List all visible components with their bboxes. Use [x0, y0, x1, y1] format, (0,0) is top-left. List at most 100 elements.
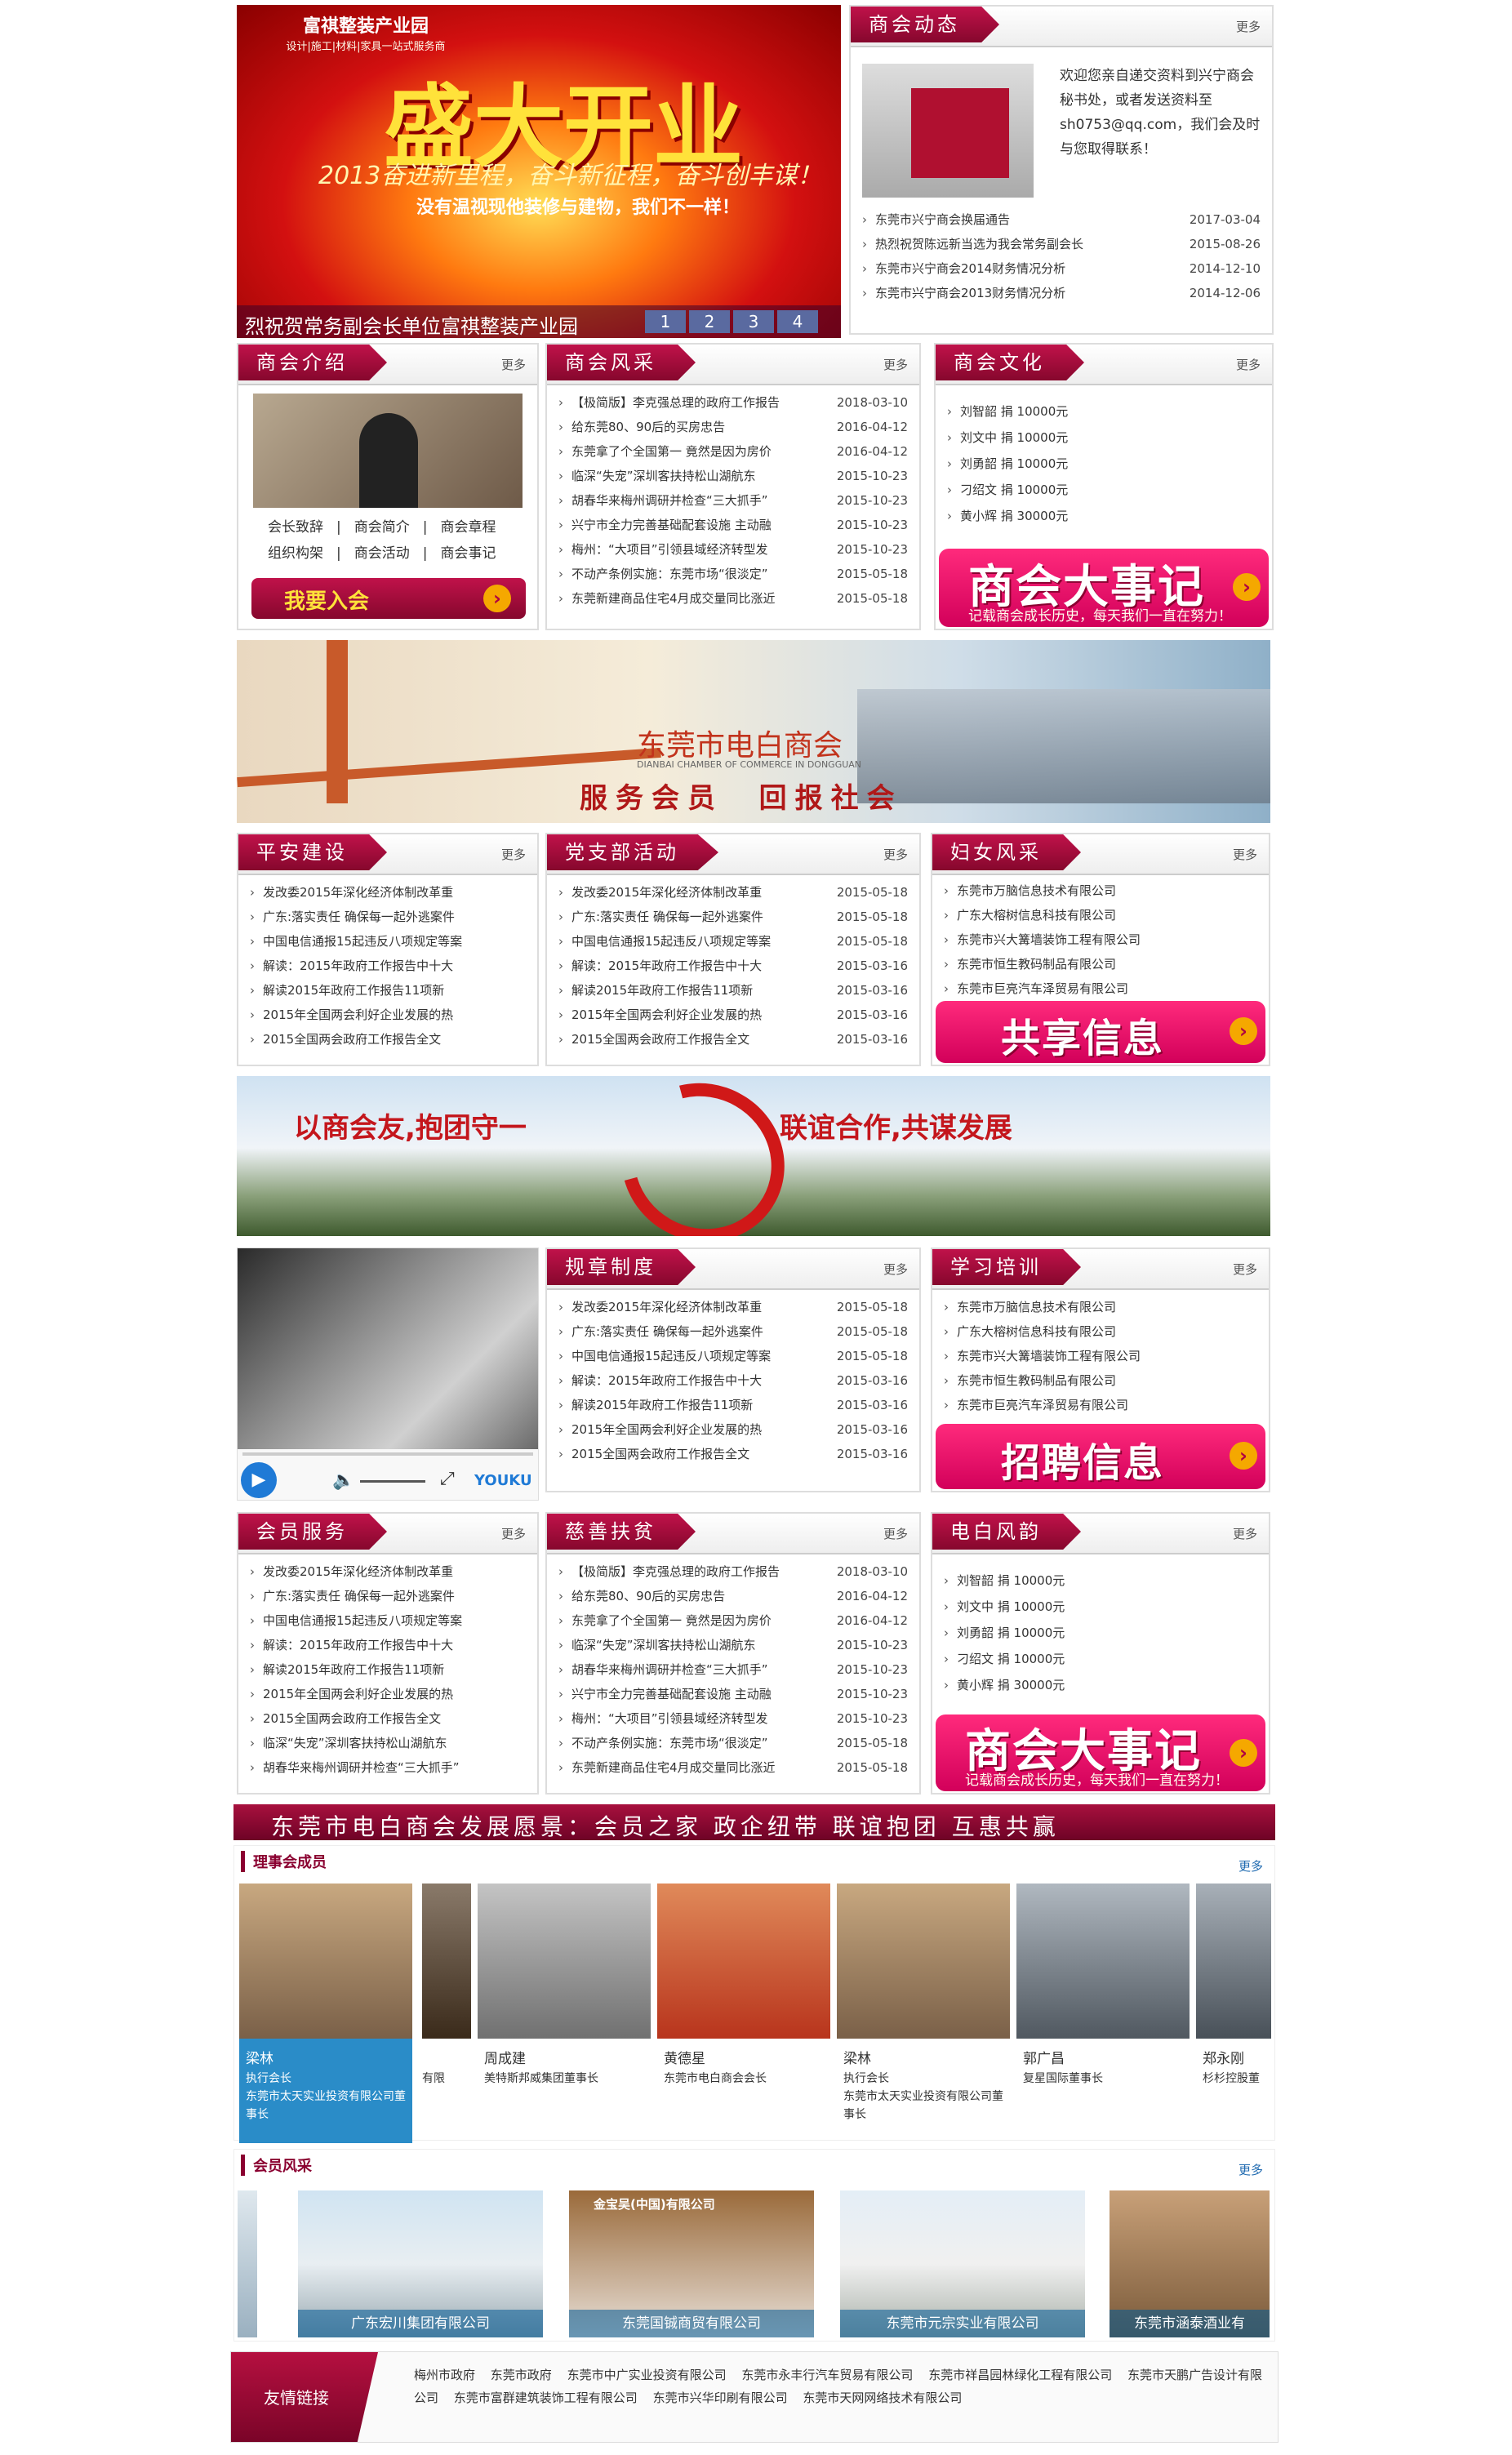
list-item[interactable]: 发改委2015年深化经济体制改革重	[250, 1559, 526, 1584]
list-item[interactable]: 东莞拿了个全国第一 竟然是因为房价2016-04-12	[558, 439, 908, 464]
list-item[interactable]: 广东大榕树信息科技有限公司	[944, 1319, 1257, 1344]
volume-icon[interactable]: 🔈	[332, 1470, 354, 1491]
list-item[interactable]: 广东:落实责任 确保每一起外逃案件2015-05-18	[558, 905, 908, 929]
list-item[interactable]: 发改委2015年深化经济体制改革重	[250, 880, 526, 905]
list-item[interactable]: 不动产条例实施：东莞市场“很淡定”2015-05-18	[558, 1731, 908, 1755]
charity-tab[interactable]: 慈善扶贫	[547, 1514, 696, 1550]
director-card[interactable]: 周成建 美特斯邦威集团董事长	[478, 1884, 651, 2143]
culture-tab[interactable]: 商会文化	[936, 345, 1084, 380]
list-item[interactable]: 东莞市兴大篝墙装饰工程有限公司	[944, 927, 1257, 952]
member-company[interactable]: 东莞市元宗实业有限公司	[840, 2190, 1085, 2337]
training-more[interactable]: 更多	[1233, 1261, 1257, 1278]
list-item[interactable]: 刘勇韶 捐 10000元	[947, 451, 1261, 477]
list-item[interactable]: 解读：2015年政府工作报告中十大	[250, 954, 526, 978]
list-item[interactable]: 东莞市万脑信息技术有限公司	[944, 1295, 1257, 1319]
fullscreen-icon[interactable]: ⤢	[440, 1469, 455, 1489]
friend-link[interactable]: 东莞市政府	[491, 2368, 552, 2382]
list-item[interactable]: 给东莞80、90后的买房忠告2016-04-12	[558, 415, 908, 439]
dianbai-chronicle-promo[interactable]: 商会大事记 记载商会成长历史，每天我们一直在努力！ ›	[936, 1714, 1265, 1791]
list-item[interactable]: 刘勇韶 捐 10000元	[944, 1620, 1257, 1646]
chronicle-promo[interactable]: 商会大事记 记载商会成长历史，每天我们一直在努力！ ›	[939, 549, 1269, 627]
friend-link[interactable]: 东莞市永丰行汽车贸易有限公司	[741, 2368, 913, 2382]
director-card[interactable]: 郭广昌 复星国际董事长	[1016, 1884, 1190, 2143]
list-item[interactable]: 东莞市兴宁商会2013财务情况分析2014-12-06	[862, 281, 1261, 305]
list-item[interactable]: 东莞市巨亮汽车泽贸易有限公司	[944, 976, 1257, 1001]
list-item[interactable]: 胡春华来梅州调研并检查“三大抓手”	[250, 1755, 526, 1780]
news-more[interactable]: 更多	[1236, 18, 1261, 35]
list-item[interactable]: 中国电信通报15起违反八项规定等案	[250, 929, 526, 954]
share-info-button[interactable]: 共享信息 ›	[936, 1001, 1265, 1063]
hero-page-1[interactable]: 1	[645, 310, 686, 333]
list-item[interactable]: 临深“失宠”深圳客扶持松山湖航东2015-10-23	[558, 1633, 908, 1657]
link-chronicle[interactable]: 商会事记	[427, 540, 509, 567]
recruit-button[interactable]: 招聘信息 ›	[936, 1424, 1265, 1489]
safety-more[interactable]: 更多	[501, 846, 526, 863]
list-item[interactable]: 临深“失宠”深圳客扶持松山湖航东	[250, 1731, 526, 1755]
list-item[interactable]: 中国电信通报15起违反八项规定等案2015-05-18	[558, 1344, 908, 1368]
rules-tab[interactable]: 规章制度	[547, 1249, 696, 1285]
volume-slider[interactable]	[360, 1480, 425, 1483]
dianbai-tab[interactable]: 电白风韵	[932, 1514, 1081, 1550]
hero-slideshow[interactable]: 富祺整装产业园 设计|施工|材料|家具一站式服务商 盛大开业 2013奋进新里程…	[237, 5, 841, 338]
director-card[interactable]: 梁林 执行会长 东莞市太天实业投资有限公司董事长	[837, 1884, 1010, 2143]
list-item[interactable]: 东莞市兴大篝墙装饰工程有限公司	[944, 1344, 1257, 1368]
list-item[interactable]: 2015年全国两会利好企业发展的热	[250, 1003, 526, 1027]
list-item[interactable]: 2015全国两会政府工作报告全文	[250, 1706, 526, 1731]
hero-page-4[interactable]: 4	[777, 310, 818, 333]
party-tab[interactable]: 党支部活动	[547, 834, 718, 870]
list-item[interactable]: 广东大榕树信息科技有限公司	[944, 903, 1257, 927]
link-chairman-speech[interactable]: 会长致辞	[255, 514, 336, 540]
member-company[interactable]: 东莞市涵泰酒业有	[1110, 2190, 1270, 2337]
safety-tab[interactable]: 平安建设	[238, 834, 387, 870]
list-item[interactable]: 东莞市兴宁商会换届通告2017-03-04	[862, 207, 1261, 232]
list-item[interactable]: 刘文中 捐 10000元	[944, 1594, 1257, 1620]
dianbai-more[interactable]: 更多	[1233, 1525, 1257, 1542]
member-company[interactable]: 金宝吴(中国)有限公司 东莞国铖商贸有限公司	[569, 2190, 814, 2337]
list-item[interactable]: 刘智韶 捐 10000元	[947, 398, 1261, 425]
hero-page-3[interactable]: 3	[733, 310, 774, 333]
style-tab[interactable]: 商会风采	[547, 345, 696, 380]
list-item[interactable]: 东莞市巨亮汽车泽贸易有限公司	[944, 1393, 1257, 1417]
list-item[interactable]: 刘智韶 捐 10000元	[944, 1568, 1257, 1594]
list-item[interactable]: 解读2015年政府工作报告11项新2015-03-16	[558, 978, 908, 1003]
member-service-more[interactable]: 更多	[501, 1525, 526, 1542]
director-card[interactable]: 黄德星 东莞市电白商会会长	[657, 1884, 830, 2143]
list-item[interactable]: 刘文中 捐 10000元	[947, 425, 1261, 451]
list-item[interactable]: 中国电信通报15起违反八项规定等案2015-05-18	[558, 929, 908, 954]
friend-link[interactable]: 东莞市富群建筑装饰工程有限公司	[454, 2391, 638, 2405]
list-item[interactable]: 刁绍文 捐 10000元	[944, 1646, 1257, 1672]
list-item[interactable]: 2015全国两会政府工作报告全文	[250, 1027, 526, 1052]
intro-tab[interactable]: 商会介绍	[238, 345, 387, 380]
list-item[interactable]: 刁绍文 捐 10000元	[947, 477, 1261, 503]
women-tab[interactable]: 妇女风采	[932, 834, 1081, 870]
style-more[interactable]: 更多	[883, 356, 908, 373]
list-item[interactable]: 黄小辉 捐 30000元	[944, 1672, 1257, 1698]
member-company[interactable]	[238, 2190, 257, 2337]
culture-more[interactable]: 更多	[1236, 356, 1261, 373]
link-org[interactable]: 组织构架	[255, 540, 336, 567]
list-item[interactable]: 东莞市兴宁商会2014财务情况分析2014-12-10	[862, 256, 1261, 281]
members-more[interactable]: 更多	[1239, 2161, 1263, 2178]
list-item[interactable]: 解读：2015年政府工作报告中十大2015-03-16	[558, 954, 908, 978]
list-item[interactable]: 解读2015年政府工作报告11项新	[250, 1657, 526, 1682]
list-item[interactable]: 2015年全国两会利好企业发展的热2015-03-16	[558, 1417, 908, 1442]
list-item[interactable]: 2015全国两会政府工作报告全文2015-03-16	[558, 1442, 908, 1466]
party-more[interactable]: 更多	[883, 846, 908, 863]
list-item[interactable]: 2015全国两会政府工作报告全文2015-03-16	[558, 1027, 908, 1052]
video-progress[interactable]	[242, 1452, 533, 1456]
list-item[interactable]: 给东莞80、90后的买房忠告2016-04-12	[558, 1584, 908, 1608]
list-item[interactable]: 东莞新建商品住宅4月成交量同比涨近2015-05-18	[558, 586, 908, 611]
director-card[interactable]: 郑永刚 杉杉控股董	[1196, 1884, 1271, 2143]
list-item[interactable]: 2015年全国两会利好企业发展的热	[250, 1682, 526, 1706]
list-item[interactable]: 解读：2015年政府工作报告中十大	[250, 1633, 526, 1657]
hero-page-2[interactable]: 2	[689, 310, 730, 333]
women-more[interactable]: 更多	[1233, 846, 1257, 863]
list-item[interactable]: 兴宁市全力完善基础配套设施 主动融2015-10-23	[558, 1682, 908, 1706]
list-item[interactable]: 发改委2015年深化经济体制改革重2015-05-18	[558, 880, 908, 905]
list-item[interactable]: 广东:落实责任 确保每一起外逃案件	[250, 1584, 526, 1608]
link-activities[interactable]: 商会活动	[341, 540, 423, 567]
list-item[interactable]: 临深“失宠”深圳客扶持松山湖航东2015-10-23	[558, 464, 908, 488]
training-tab[interactable]: 学习培训	[932, 1249, 1081, 1285]
list-item[interactable]: 解读2015年政府工作报告11项新	[250, 978, 526, 1003]
video-player[interactable]: ▶ 🔈 ⤢ YOUKU	[237, 1248, 539, 1501]
